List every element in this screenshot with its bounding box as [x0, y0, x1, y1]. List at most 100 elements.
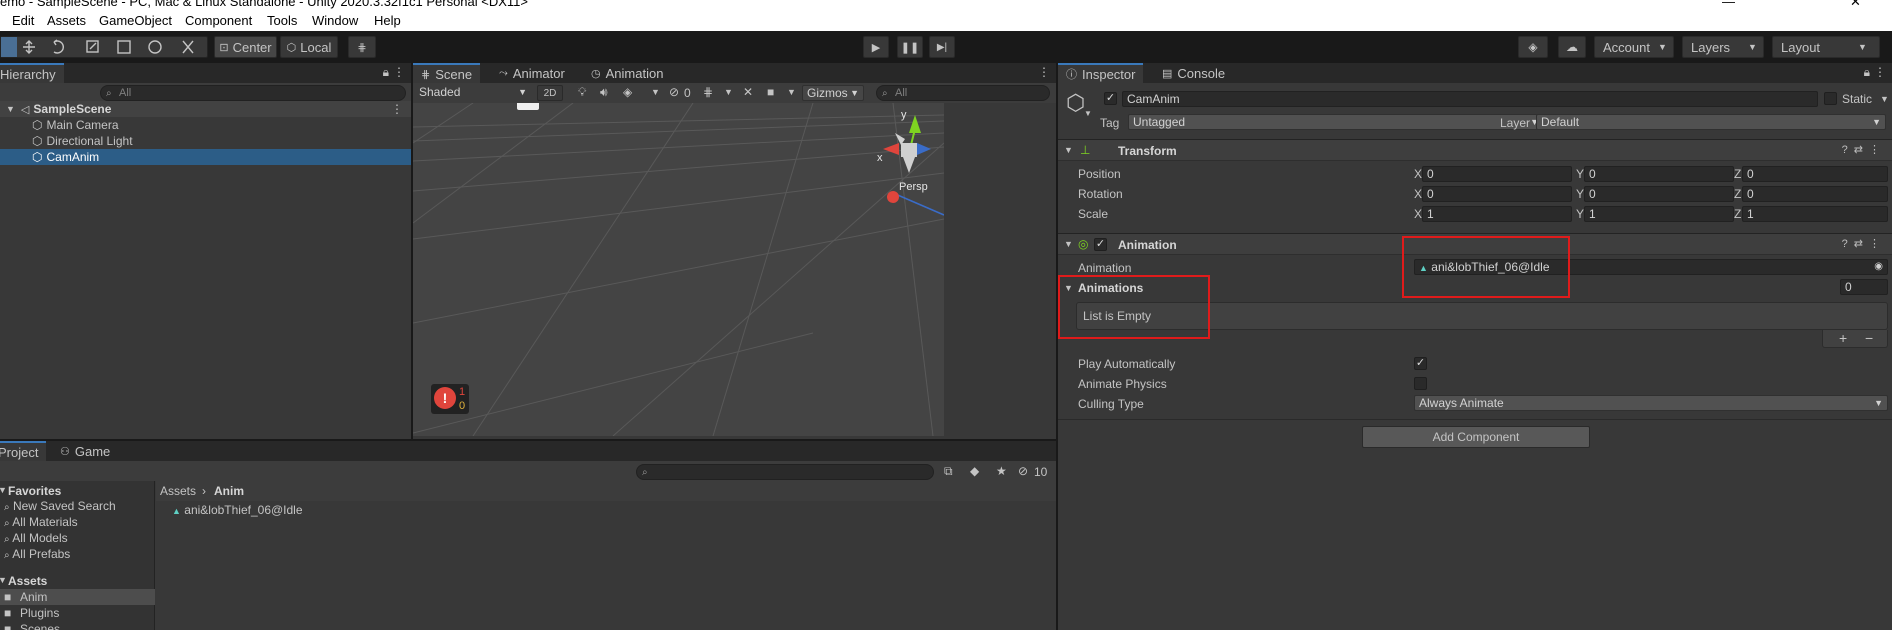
- error-indicator[interactable]: ! 1 0: [431, 384, 469, 414]
- add-icon[interactable]: +: [1839, 330, 1847, 346]
- close-icon[interactable]: ✕: [1850, 0, 1861, 10]
- favorites-item[interactable]: ⌕ All Prefabs: [4, 547, 70, 561]
- scale-y-field[interactable]: 1: [1584, 206, 1734, 222]
- tools-icon[interactable]: ✕: [743, 85, 753, 99]
- favorites-item[interactable]: ⌕ New Saved Search: [4, 499, 116, 513]
- scale-z-field[interactable]: 1: [1742, 206, 1888, 222]
- tab-animation[interactable]: ◷ Animation: [583, 63, 671, 83]
- tab-inspector[interactable]: ⓘ Inspector: [1058, 63, 1144, 83]
- 2d-toggle-button[interactable]: 2D: [537, 85, 563, 101]
- hidden-objects-icon[interactable]: ⊘: [669, 85, 679, 99]
- layout-dropdown[interactable]: Layout ▼: [1772, 36, 1880, 58]
- tab-project[interactable]: Project: [0, 441, 47, 461]
- expand-arrow-icon[interactable]: ▼: [1064, 145, 1073, 155]
- filter-type-icon[interactable]: ⧉: [944, 464, 953, 479]
- play-automatically-checkbox[interactable]: ✓: [1414, 357, 1427, 370]
- tab-console[interactable]: ▤ Console: [1154, 63, 1233, 83]
- menu-component[interactable]: Component: [185, 13, 252, 28]
- tab-hierarchy[interactable]: Hierarchy: [0, 63, 64, 83]
- favorites-item[interactable]: ⌕ All Materials: [4, 515, 78, 529]
- remove-icon[interactable]: −: [1865, 330, 1873, 346]
- component-header-icons[interactable]: ?⇄⋮: [1842, 143, 1886, 156]
- panel-menu-icon[interactable]: ⋮: [1874, 65, 1886, 79]
- hidden-packages-icon[interactable]: ⊘: [1018, 464, 1028, 478]
- lock-icon[interactable]: 🔒︎: [383, 65, 389, 80]
- chevron-down-icon[interactable]: ▼: [1880, 94, 1889, 104]
- add-component-button[interactable]: Add Component: [1362, 426, 1590, 448]
- grid-toggle-icon[interactable]: ⋕: [703, 85, 713, 99]
- expand-arrow-icon[interactable]: ▼: [6, 104, 15, 114]
- object-name-field[interactable]: CamAnim: [1122, 91, 1818, 107]
- breadcrumb-assets[interactable]: Assets: [160, 484, 196, 498]
- favorite-star-icon[interactable]: ★: [996, 464, 1007, 478]
- object-picker-icon[interactable]: ◉: [1874, 260, 1883, 274]
- folder-item-plugins[interactable]: ■ Plugins: [0, 605, 155, 621]
- tag-dropdown[interactable]: Untagged ▼: [1128, 114, 1544, 130]
- panel-menu-icon[interactable]: ⋮: [393, 65, 405, 79]
- position-z-field[interactable]: 0: [1742, 166, 1888, 182]
- project-search-input[interactable]: ⌕: [636, 464, 934, 480]
- scale-x-field[interactable]: 1: [1422, 206, 1572, 222]
- hierarchy-item-main-camera[interactable]: ⬡ Main Camera: [0, 117, 411, 133]
- camera-icon[interactable]: ■: [767, 85, 774, 99]
- collab-button[interactable]: ◈: [1518, 36, 1548, 58]
- scene-row[interactable]: ▼ ◁ SampleScene ⋮: [0, 101, 411, 117]
- rotation-x-field[interactable]: 0: [1422, 186, 1572, 202]
- transform-header[interactable]: ▼ ⊥ Transform ?⇄⋮: [1058, 139, 1892, 161]
- scene-search-input[interactable]: ⌕ All: [876, 85, 1050, 101]
- cloud-button[interactable]: ☁: [1558, 36, 1586, 58]
- animation-enabled-checkbox[interactable]: ✓: [1094, 238, 1107, 251]
- tab-animator[interactable]: ⤳ Animator: [491, 63, 573, 83]
- menu-help[interactable]: Help: [374, 13, 401, 28]
- pause-button[interactable]: ❚❚: [897, 36, 923, 58]
- audio-icon[interactable]: 🔊︎: [600, 85, 608, 100]
- component-header-icons[interactable]: ?⇄⋮: [1842, 237, 1886, 250]
- folder-item-scenes[interactable]: ■ Scenes: [0, 621, 155, 630]
- layer-dropdown[interactable]: Default ▼: [1536, 114, 1886, 130]
- expand-arrow-icon[interactable]: ▼: [0, 485, 7, 495]
- menu-tools[interactable]: Tools: [267, 13, 297, 28]
- chevron-down-icon[interactable]: ▼: [787, 87, 796, 97]
- panel-menu-icon[interactable]: ⋮: [1038, 65, 1050, 79]
- expand-arrow-icon[interactable]: ▼: [1064, 239, 1073, 249]
- chevron-down-icon[interactable]: ▼: [724, 87, 733, 97]
- camera-gizmo-icon[interactable]: [517, 103, 539, 110]
- hierarchy-item-camanim[interactable]: ⬡ CamAnim: [0, 149, 411, 165]
- gizmos-dropdown[interactable]: Gizmos ▼: [802, 85, 864, 101]
- play-button[interactable]: ▶: [863, 36, 889, 58]
- scene-menu-icon[interactable]: ⋮: [391, 102, 403, 116]
- menu-gameobject[interactable]: GameObject: [99, 13, 172, 28]
- static-checkbox[interactable]: [1824, 92, 1837, 105]
- tab-scene[interactable]: ⋕ Scene: [413, 63, 481, 83]
- effects-icon[interactable]: ◈: [623, 85, 632, 99]
- lighting-icon[interactable]: 💡︎: [578, 85, 586, 100]
- persp-label[interactable]: Persp: [899, 181, 928, 193]
- account-dropdown[interactable]: Account ▼: [1594, 36, 1674, 58]
- layers-dropdown[interactable]: Layers ▼: [1682, 36, 1764, 58]
- active-checkbox[interactable]: ✓: [1104, 92, 1117, 105]
- position-y-field[interactable]: 0: [1584, 166, 1734, 182]
- position-x-field[interactable]: 0: [1422, 166, 1572, 182]
- scene-viewport[interactable]: y x Persp ! 1 0: [413, 103, 944, 436]
- menu-edit[interactable]: Edit: [12, 13, 34, 28]
- minimize-icon[interactable]: —: [1722, 0, 1735, 9]
- animations-count-field[interactable]: 0: [1840, 279, 1888, 295]
- culling-type-dropdown[interactable]: Always Animate ▼: [1414, 395, 1888, 411]
- favorites-item[interactable]: ⌕ All Models: [4, 531, 68, 545]
- grid-snap-button[interactable]: ⋕: [348, 36, 376, 58]
- hierarchy-search-input[interactable]: ⌕ All: [100, 85, 406, 101]
- chevron-down-icon[interactable]: ▼: [651, 87, 660, 97]
- rotation-y-field[interactable]: 0: [1584, 186, 1734, 202]
- hierarchy-item-directional-light[interactable]: ⬡ Directional Light: [0, 133, 411, 149]
- shading-mode-dropdown[interactable]: Shaded ▼: [415, 85, 531, 101]
- pivot-center-button[interactable]: ⊡ Center: [214, 36, 277, 58]
- rotation-z-field[interactable]: 0: [1742, 186, 1888, 202]
- space-local-button[interactable]: ⬡ Local: [280, 36, 338, 58]
- chevron-down-icon[interactable]: ▼: [1084, 109, 1092, 118]
- step-button[interactable]: ▶|: [929, 36, 955, 58]
- menu-window[interactable]: Window: [312, 13, 358, 28]
- expand-arrow-icon[interactable]: ▼: [0, 575, 7, 585]
- menu-assets[interactable]: Assets: [47, 13, 86, 28]
- panel-divider[interactable]: [411, 63, 413, 439]
- filter-label-icon[interactable]: ◆: [970, 464, 979, 478]
